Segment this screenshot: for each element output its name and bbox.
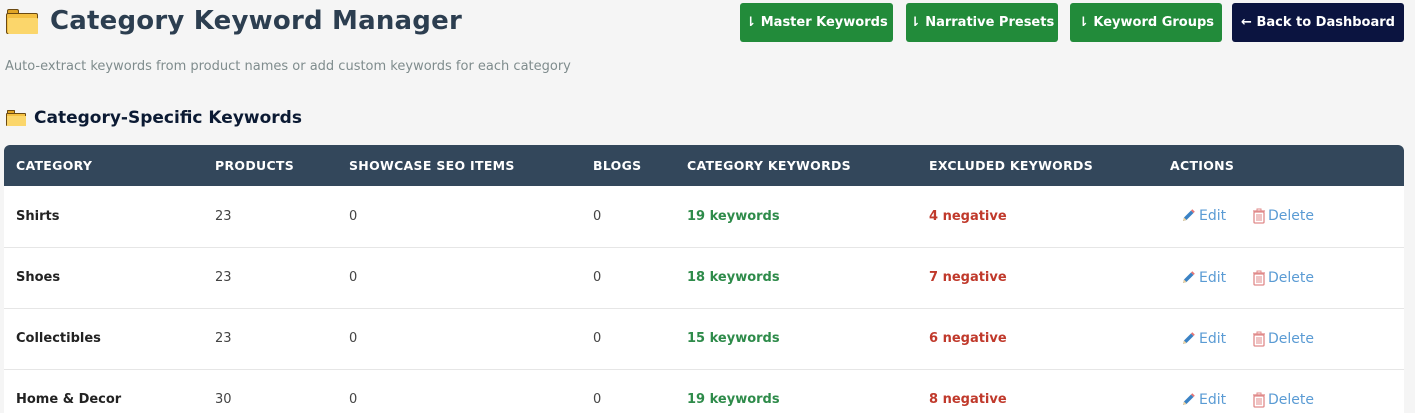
narrative-presets-button[interactable]: ⇂ Narrative Presets [906, 3, 1058, 42]
table-row: Shirts 23 0 0 19 keywords 4 negative Edi… [4, 186, 1404, 247]
delete-link[interactable]: Delete [1252, 208, 1314, 224]
folder-icon [6, 110, 26, 126]
showcase-count: 0 [349, 208, 358, 224]
row-actions: Edit Delete [1158, 369, 1404, 413]
product-count: 23 [215, 331, 232, 346]
pencil-icon [1183, 392, 1195, 405]
row-actions: Edit Delete [1158, 247, 1404, 308]
keyword-groups-button[interactable]: ⇂ Keyword Groups [1070, 3, 1222, 42]
pencil-icon [1183, 209, 1195, 222]
column-header-actions: Actions [1170, 158, 1235, 173]
edit-label: Edit [1199, 269, 1227, 286]
section-title: Category-Specific Keywords [34, 108, 302, 128]
edit-label: Edit [1199, 330, 1227, 347]
trash-icon [1253, 208, 1265, 224]
section-heading: Category-Specific Keywords [6, 108, 302, 128]
column-header-category: Category [16, 158, 93, 173]
trash-icon [1253, 331, 1265, 347]
edit-link[interactable]: Edit [1180, 331, 1252, 347]
category-table-container: Category Products Showcase SEO Items Blo… [4, 145, 1404, 413]
folder-icon [6, 8, 38, 34]
back-to-dashboard-button[interactable]: ← Back to Dashboard [1232, 3, 1404, 42]
showcase-count: 0 [349, 331, 358, 346]
page-header: Category Keyword Manager ⇂ Master Keywor… [0, 0, 1415, 48]
trash-icon [1253, 270, 1265, 286]
table-row: Home & Decor 30 0 0 19 keywords 8 negati… [4, 369, 1404, 413]
category-table: Category Products Showcase SEO Items Blo… [4, 145, 1404, 413]
edit-link[interactable]: Edit [1180, 208, 1252, 224]
excluded-count: 6 negative [929, 331, 1007, 346]
column-header-products: Products [215, 158, 295, 173]
page-title: Category Keyword Manager [50, 6, 462, 36]
delete-label: Delete [1268, 330, 1314, 347]
edit-label: Edit [1199, 208, 1227, 225]
delete-label: Delete [1268, 269, 1314, 286]
product-count: 30 [215, 392, 232, 407]
keyword-count: 15 keywords [687, 331, 780, 346]
column-header-excluded: Excluded Keywords [929, 158, 1094, 173]
pencil-icon [1183, 331, 1195, 344]
column-header-keywords: Category Keywords [687, 158, 851, 173]
blog-count: 0 [593, 331, 602, 346]
title-wrap: Category Keyword Manager [6, 6, 462, 36]
table-row: Shoes 23 0 0 18 keywords 7 negative Edit [4, 247, 1404, 308]
row-actions: Edit Delete [1158, 186, 1404, 247]
blog-count: 0 [593, 392, 602, 407]
row-actions: Edit Delete [1158, 308, 1404, 369]
excluded-count: 4 negative [929, 208, 1007, 224]
delete-link[interactable]: Delete [1252, 270, 1314, 286]
trash-icon [1253, 392, 1265, 408]
column-header-showcase: Showcase SEO Items [349, 158, 515, 173]
delete-label: Delete [1268, 391, 1314, 408]
blog-count: 0 [593, 270, 602, 285]
category-name: Shirts [16, 208, 60, 224]
edit-link[interactable]: Edit [1180, 392, 1252, 408]
product-count: 23 [215, 208, 232, 224]
delete-label: Delete [1268, 208, 1314, 225]
category-name: Home & Decor [16, 392, 122, 407]
keyword-count: 19 keywords [687, 208, 780, 224]
table-row: Collectibles 23 0 0 15 keywords 6 negati… [4, 308, 1404, 369]
category-name: Collectibles [16, 331, 101, 346]
keyword-count: 18 keywords [687, 270, 780, 285]
page-subtitle: Auto-extract keywords from product names… [5, 59, 571, 74]
showcase-count: 0 [349, 270, 358, 285]
product-count: 23 [215, 270, 232, 285]
column-header-blogs: Blogs [593, 158, 642, 173]
excluded-count: 8 negative [929, 392, 1007, 407]
category-name: Shoes [16, 270, 61, 285]
keyword-count: 19 keywords [687, 392, 780, 407]
showcase-count: 0 [349, 392, 358, 407]
edit-label: Edit [1199, 391, 1227, 408]
delete-link[interactable]: Delete [1252, 331, 1314, 347]
edit-link[interactable]: Edit [1180, 270, 1252, 286]
blog-count: 0 [593, 208, 602, 224]
excluded-count: 7 negative [929, 270, 1007, 285]
delete-link[interactable]: Delete [1252, 392, 1314, 408]
pencil-icon [1183, 270, 1195, 283]
table-header-row: Category Products Showcase SEO Items Blo… [4, 145, 1404, 186]
master-keywords-button[interactable]: ⇂ Master Keywords [740, 3, 893, 42]
